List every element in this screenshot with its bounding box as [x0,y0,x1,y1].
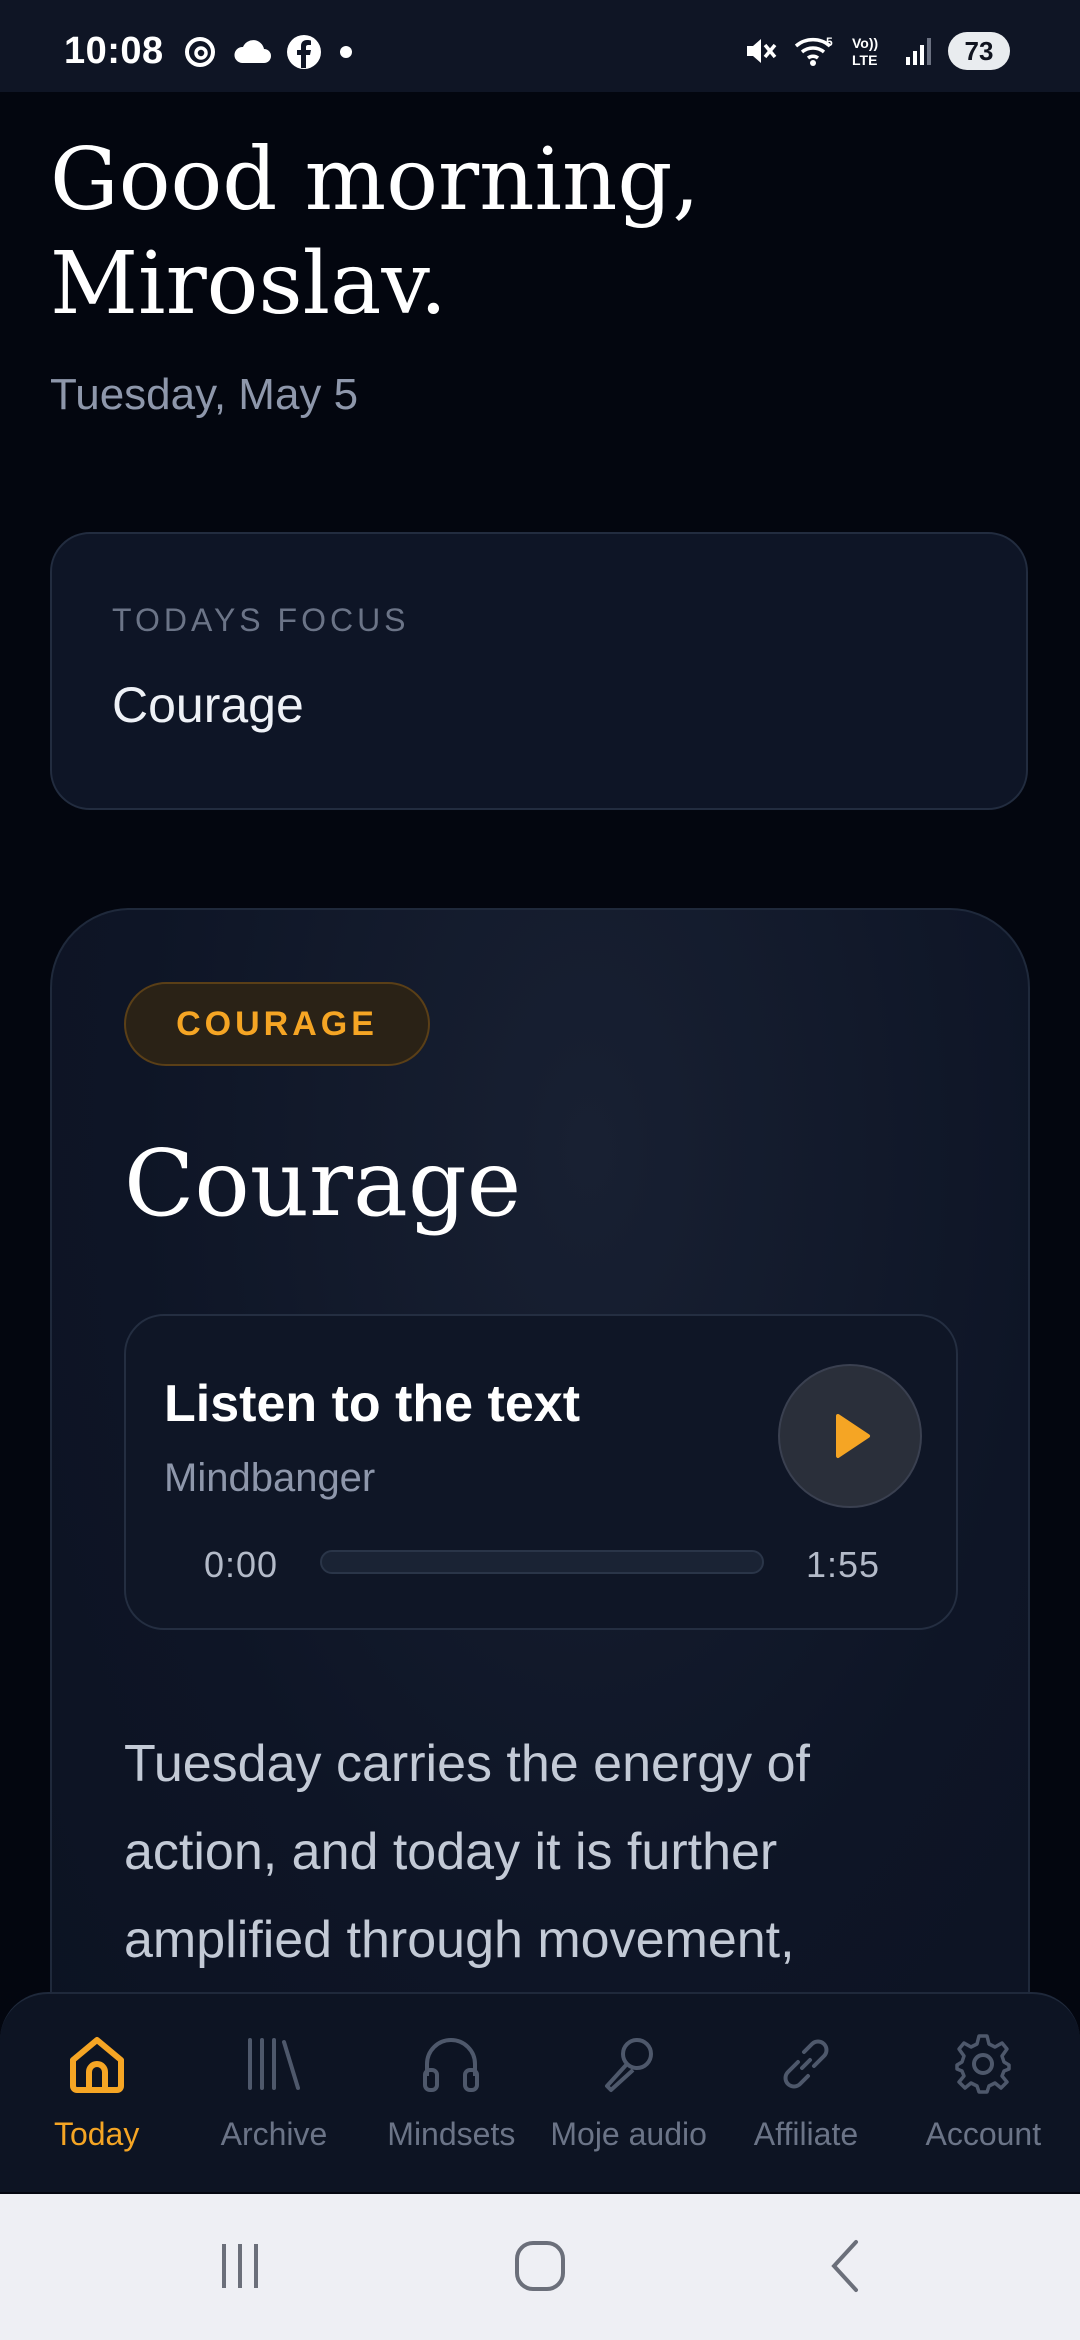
signal-icon [906,38,931,65]
greeting-line-2: Miroslav. [50,234,448,334]
nav-item-account[interactable]: Account [898,2026,1068,2153]
nav-item-archive[interactable]: Archive [189,2026,359,2153]
nav-label-mindsets: Mindsets [387,2116,516,2152]
category-tag: COURAGE [124,982,430,1066]
gear-icon [955,2034,1012,2094]
threads-icon [185,37,215,67]
status-time: 10:08 [64,30,164,72]
card-title: Courage [124,1130,522,1237]
progress-slider[interactable] [320,1550,764,1574]
nav-label-affiliate: Affiliate [753,2116,859,2152]
status-right-icons: 5 Vo)) LTE 73 [742,28,1010,74]
system-navigation-bar [0,2194,1080,2340]
home-button-icon[interactable] [510,2236,570,2296]
nav-label-archive: Archive [220,2116,328,2152]
link-icon [783,2039,829,2089]
play-button[interactable] [778,1364,922,1508]
library-icon [247,2038,300,2090]
nav-label-today: Today [53,2116,140,2152]
battery-indicator: 73 [948,32,1010,70]
back-icon[interactable] [816,2236,876,2296]
home-icon [69,2037,124,2093]
svg-text:5: 5 [826,35,833,49]
status-left-icons [182,32,356,72]
player-subtitle: Mindbanger [164,1456,376,1500]
nav-label-account: Account [925,2116,1042,2152]
mute-icon [747,39,777,63]
current-time: 0:00 [204,1544,279,1585]
svg-text:LTE: LTE [852,52,877,68]
microphone-icon [604,2038,653,2092]
facebook-icon [287,35,321,69]
play-icon [836,1414,870,1458]
duration: 1:55 [806,1544,881,1585]
nav-item-mindsets[interactable]: Mindsets [366,2026,536,2153]
nav-item-moje-audio[interactable]: Moje audio [544,2026,714,2153]
status-bar: 10:08 5 Vo)) LTE 73 [0,0,1080,92]
nav-item-today[interactable]: Today [12,2026,182,2153]
wifi-icon: 5 [794,35,833,66]
nav-label-moje-audio: Moje audio [550,2116,707,2152]
headphones-icon [423,2038,480,2092]
cloud-icon [234,40,271,63]
audio-player: Listen to the text Mindbanger 0:00 1:55 [124,1314,958,1630]
recent-apps-icon[interactable] [210,2236,270,2296]
greeting-date: Tuesday, May 5 [50,370,359,419]
volte-icon: Vo)) LTE [852,35,878,68]
focus-value: Courage [112,677,304,733]
svg-text:Vo)): Vo)) [852,35,878,51]
todays-focus-card[interactable]: TODAYS FOCUS Courage [50,532,1028,810]
greeting-heading: Good morning, Miroslav. [50,128,950,336]
card-body-text: Tuesday carries the energy of action, an… [124,1735,810,1969]
mindset-card: COURAGE Courage Listen to the text Mindb… [50,908,1030,2108]
nav-item-affiliate[interactable]: Affiliate [721,2026,891,2153]
greeting-line-1: Good morning, [50,130,700,230]
player-title: Listen to the text [164,1375,581,1433]
bottom-navigation: Today Archive Mindsets Moje audio Affili… [0,1992,1080,2192]
dot-icon [340,46,352,58]
focus-label: TODAYS FOCUS [112,602,410,638]
